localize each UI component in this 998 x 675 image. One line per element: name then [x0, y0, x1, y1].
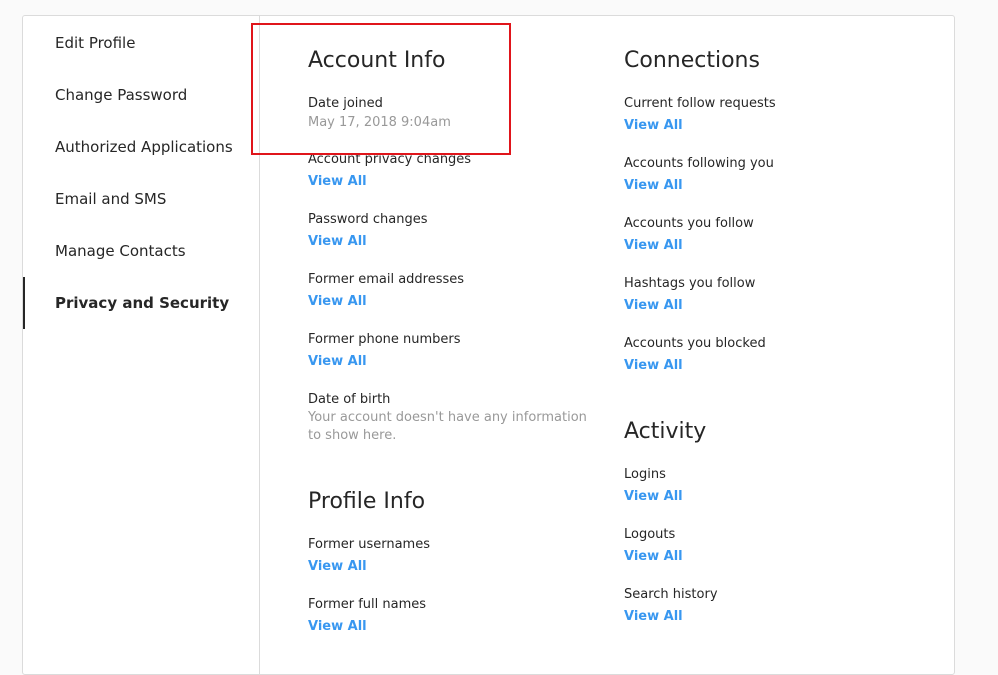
logins-view-all-link[interactable]: View All — [624, 489, 683, 504]
sidebar-item-authorized-applications[interactable]: Authorized Applications — [23, 121, 259, 173]
logouts-view-all-link[interactable]: View All — [624, 549, 683, 564]
date-of-birth-label: Date of birth — [308, 392, 391, 407]
password-changes-view-all-link[interactable]: View All — [308, 234, 367, 249]
activity-heading: Activity — [624, 419, 707, 444]
follow-requests-label: Current follow requests — [624, 96, 776, 111]
profile-info-heading: Profile Info — [308, 489, 426, 514]
accounts-blocked-view-all-link[interactable]: View All — [624, 358, 683, 373]
follow-requests-view-all-link[interactable]: View All — [624, 118, 683, 133]
former-phones-label: Former phone numbers — [308, 332, 461, 347]
former-full-names-view-all-link[interactable]: View All — [308, 619, 367, 634]
logouts-label: Logouts — [624, 527, 676, 542]
accounts-blocked-label: Accounts you blocked — [624, 336, 766, 351]
sidebar-item-privacy-and-security[interactable]: Privacy and Security — [23, 277, 259, 329]
you-follow-view-all-link[interactable]: View All — [624, 238, 683, 253]
sidebar-item-manage-contacts[interactable]: Manage Contacts — [23, 225, 259, 277]
sidebar-item-edit-profile[interactable]: Edit Profile — [23, 17, 259, 69]
following-you-view-all-link[interactable]: View All — [624, 178, 683, 193]
connections-heading: Connections — [624, 48, 760, 73]
hashtags-view-all-link[interactable]: View All — [624, 298, 683, 313]
former-usernames-view-all-link[interactable]: View All — [308, 559, 367, 574]
following-you-label: Accounts following you — [624, 156, 774, 171]
former-usernames-label: Former usernames — [308, 537, 430, 552]
settings-sidebar: Edit Profile Change Password Authorized … — [23, 16, 260, 674]
former-emails-label: Former email addresses — [308, 272, 465, 287]
former-emails-view-all-link[interactable]: View All — [308, 294, 367, 309]
logins-label: Logins — [624, 467, 666, 482]
password-changes-label: Password changes — [308, 212, 428, 227]
date-joined-value: May 17, 2018 9:04am — [308, 115, 451, 130]
date-joined-label: Date joined — [308, 96, 383, 111]
hashtags-you-follow-label: Hashtags you follow — [624, 276, 756, 291]
date-of-birth-value: Your account doesn't have any informatio… — [308, 410, 587, 443]
sidebar-item-change-password[interactable]: Change Password — [23, 69, 259, 121]
account-info-heading: Account Info — [308, 48, 446, 73]
former-full-names-label: Former full names — [308, 597, 427, 612]
search-history-view-all-link[interactable]: View All — [624, 609, 683, 624]
privacy-changes-view-all-link[interactable]: View All — [308, 174, 367, 189]
search-history-label: Search history — [624, 587, 718, 602]
sidebar-item-email-and-sms[interactable]: Email and SMS — [23, 173, 259, 225]
settings-card: Edit Profile Change Password Authorized … — [22, 15, 955, 675]
privacy-changes-label: Account privacy changes — [308, 152, 472, 167]
you-follow-label: Accounts you follow — [624, 216, 754, 231]
former-phones-view-all-link[interactable]: View All — [308, 354, 367, 369]
